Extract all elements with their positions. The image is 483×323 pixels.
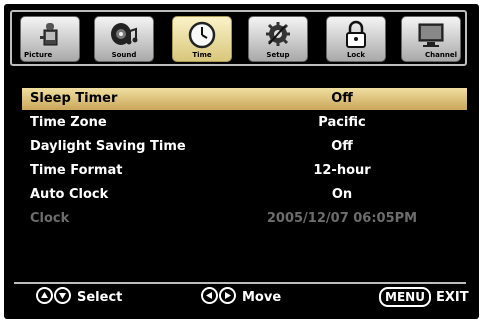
tab-lock[interactable]: Lock bbox=[326, 16, 386, 62]
up-arrow-icon bbox=[36, 287, 53, 304]
exit-hint: EXIT bbox=[436, 290, 469, 305]
menu-row-time-format[interactable]: Time Format 12-hour bbox=[22, 160, 467, 182]
move-hint: Move bbox=[242, 290, 282, 305]
tab-label: Channel bbox=[425, 51, 457, 59]
tab-channel[interactable]: Channel bbox=[401, 16, 461, 62]
speaker-music-icon bbox=[95, 20, 153, 50]
row-value: Off bbox=[331, 91, 353, 106]
menu-row-sleep-timer[interactable]: Sleep Timer Off bbox=[22, 88, 467, 110]
tab-picture[interactable]: Picture bbox=[20, 16, 80, 62]
tab-setup[interactable]: Setup bbox=[248, 16, 308, 62]
row-value: Pacific bbox=[318, 115, 366, 130]
footer-hints: Select Move MENU EXIT bbox=[14, 284, 469, 312]
row-value: Off bbox=[331, 139, 353, 154]
tab-label: Setup bbox=[266, 51, 290, 59]
row-label: Clock bbox=[30, 211, 70, 226]
row-label: Time Format bbox=[30, 163, 123, 178]
menu-row-auto-clock[interactable]: Auto Clock On bbox=[22, 184, 467, 206]
menu-tab-bar: Picture Sound Time Setup Lock Channel bbox=[10, 10, 467, 66]
gear-icon bbox=[249, 20, 307, 50]
select-hint: Select bbox=[77, 290, 123, 305]
row-value: On bbox=[331, 187, 353, 202]
clock-icon bbox=[173, 20, 231, 50]
time-settings-panel: Sleep Timer Off Time Zone Pacific Daylig… bbox=[22, 88, 467, 283]
tab-label: Sound bbox=[111, 51, 137, 59]
row-label: Daylight Saving Time bbox=[30, 139, 186, 154]
camera-icon bbox=[21, 20, 79, 50]
row-label: Time Zone bbox=[30, 115, 107, 130]
tab-sound[interactable]: Sound bbox=[94, 16, 154, 62]
tab-time[interactable]: Time bbox=[172, 16, 232, 62]
row-label: Sleep Timer bbox=[30, 91, 118, 106]
menu-row-clock: Clock 2005/12/07 06:05PM bbox=[22, 208, 467, 230]
tab-label: Picture bbox=[24, 51, 53, 59]
row-value: 2005/12/07 06:05PM bbox=[266, 211, 418, 226]
right-arrow-icon bbox=[219, 287, 236, 304]
tab-label: Lock bbox=[346, 51, 366, 59]
tab-label: Time bbox=[192, 51, 212, 59]
left-arrow-icon bbox=[201, 287, 218, 304]
tv-icon bbox=[402, 20, 460, 50]
down-arrow-icon bbox=[54, 287, 71, 304]
menu-button-icon: MENU bbox=[379, 287, 431, 307]
menu-row-daylight-saving-time[interactable]: Daylight Saving Time Off bbox=[22, 136, 467, 158]
row-value: 12-hour bbox=[313, 163, 371, 178]
menu-row-time-zone[interactable]: Time Zone Pacific bbox=[22, 112, 467, 134]
row-label: Auto Clock bbox=[30, 187, 109, 202]
padlock-icon bbox=[327, 20, 385, 50]
